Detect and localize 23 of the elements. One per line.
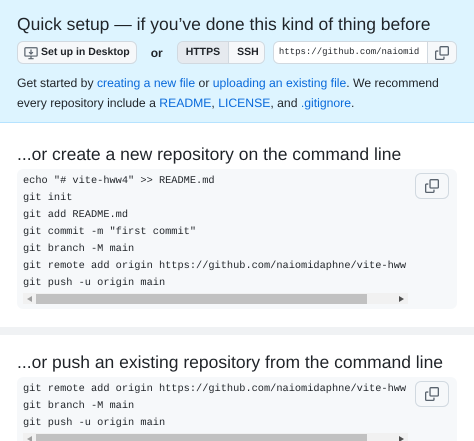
code-line: git commit -m "first commit" bbox=[23, 225, 196, 240]
link[interactable]: creating a new file bbox=[96, 76, 196, 90]
section-title: Quick setup — if you’ve done this kind of thing before bbox=[17, 13, 432, 35]
section-title: ...or push an existing repository from the command line bbox=[17, 351, 444, 373]
code-line: git push -u origin main bbox=[23, 276, 166, 291]
code-line: git branch -M main bbox=[23, 242, 134, 257]
code-line: git add README.md bbox=[23, 208, 128, 223]
section-title: ...or create a new repository on the command line bbox=[17, 143, 402, 165]
link[interactable]: .gitignore bbox=[300, 96, 351, 110]
code-line: git remote add origin https://github.com/naiomidaphne/vite-hww bbox=[23, 259, 406, 274]
code-line: git init bbox=[23, 191, 72, 206]
code-line: git branch -M main bbox=[23, 399, 134, 414]
desktop-button[interactable]: Set up in Desktop bbox=[17, 41, 137, 64]
or-label: or bbox=[150, 44, 163, 62]
code-line: git push -u origin main bbox=[23, 416, 166, 431]
protocol-tab[interactable]: SSH bbox=[228, 42, 264, 63]
link[interactable]: LICENSE bbox=[218, 96, 270, 110]
link[interactable]: README bbox=[159, 96, 212, 110]
code-line: echo "# vite-hww4" >> README.md bbox=[23, 174, 215, 189]
protocol-tab[interactable]: HTTPS bbox=[178, 42, 228, 63]
code-line: git remote add origin https://github.com/naiomidaphne/vite-hww bbox=[23, 382, 406, 397]
link[interactable]: uploading an existing file bbox=[212, 76, 346, 90]
intro-paragraph: Get started by creating a new file or uploading an existing file. We recommend every repository include a README, LICENSE, and .gitignore. bbox=[17, 75, 440, 112]
